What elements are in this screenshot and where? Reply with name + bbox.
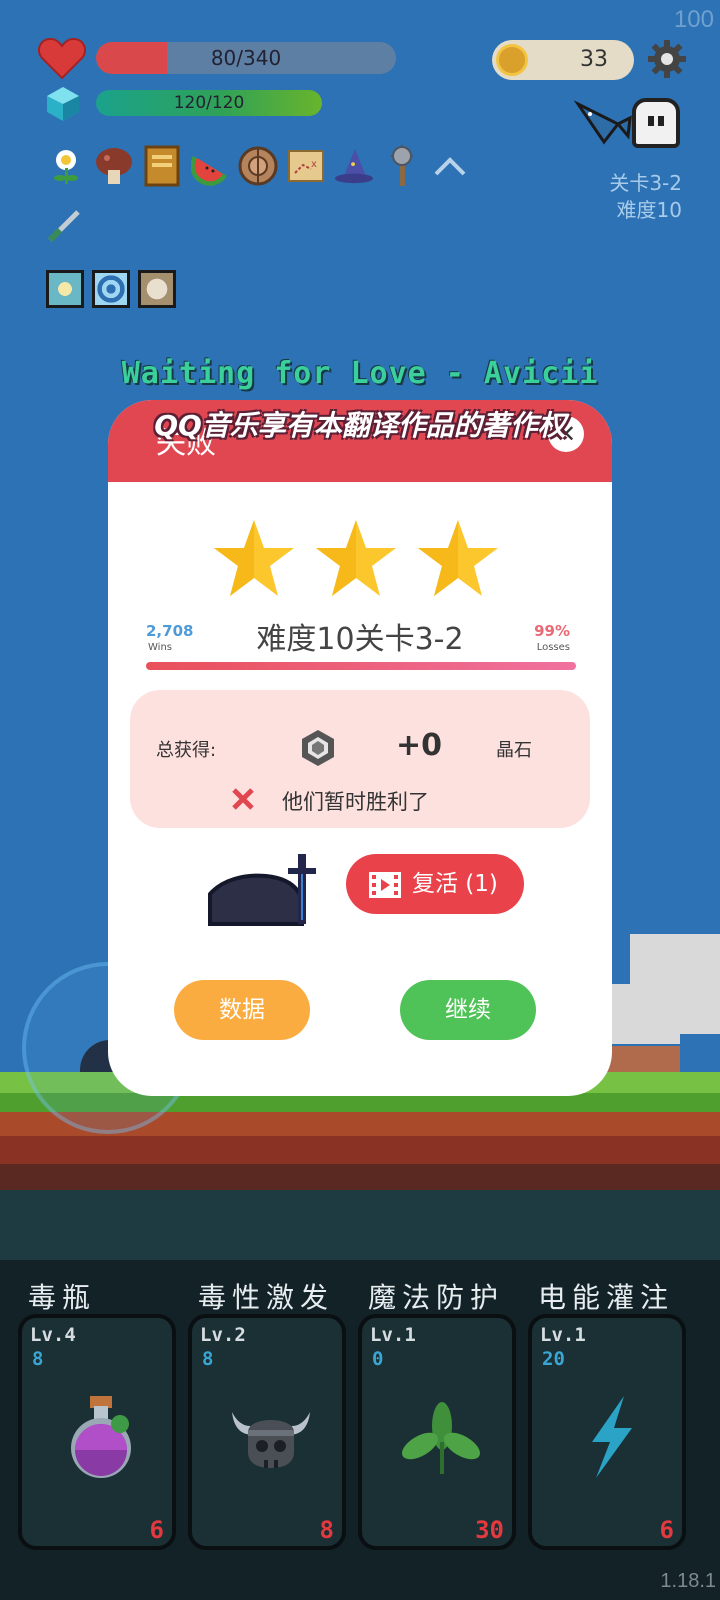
result-message: 他们暂时胜利了 [282,790,429,814]
difficulty-label: 难度10 [616,198,682,222]
mushroom-icon[interactable] [94,146,134,186]
stats-button[interactable]: 数据 [174,980,310,1040]
skill-count: 8 [319,1516,334,1544]
crystal-icon [47,87,79,121]
skill-card-poison-bottle[interactable]: Lv.4 8 6 [18,1314,176,1550]
skill-card-toxic-burst[interactable]: Lv.2 8 8 [188,1314,346,1550]
lyric-line: Waiting for Love - Avicii [121,356,599,391]
crystal-outline-icon [302,730,334,766]
watermelon-icon[interactable] [190,146,230,186]
star-rating [212,518,500,598]
coin-amount: 33 [580,47,608,72]
skill-name: 电能灌注 [538,1281,675,1314]
ghost-pet-icon[interactable] [632,98,680,148]
leaf-icon [401,1402,481,1474]
skill-cost: 8 [32,1348,44,1370]
lyric-copyright-line: QQ音乐享有本翻译作品的著作权 [154,409,566,442]
star-icon [418,520,498,596]
cross-icon [232,788,254,810]
video-clapper-icon [369,872,401,898]
skill-name: 魔法防护 [368,1281,505,1314]
skill-level: Lv.1 [370,1324,416,1346]
book-icon[interactable] [142,145,182,187]
coin-counter: 33 [492,40,634,80]
star-icon [316,520,396,596]
skill-cost: 20 [542,1348,565,1370]
revive-label: 复活 (1) [412,871,498,897]
skill-card-energy-infusion[interactable]: Lv.1 20 6 [528,1314,686,1550]
level-info: 关卡3-2 难度10 [609,170,682,224]
skill-card-magic-protection[interactable]: Lv.1 0 30 [358,1314,516,1550]
cloud-rune-icon[interactable] [138,270,176,308]
treasure-map-icon[interactable]: x [286,146,326,186]
skill-level: Lv.4 [30,1324,76,1346]
health-text: 80/340 [210,46,282,70]
flower-icon[interactable] [46,146,86,186]
skill-name: 毒性激发 [198,1281,335,1314]
potion-icon [71,1396,131,1478]
skill-count: 6 [149,1516,164,1544]
heart-icon [38,37,86,80]
mace-icon[interactable] [382,144,422,186]
stats-progress-bar [146,662,576,670]
skill-cost: 8 [202,1348,214,1370]
skill-cost: 0 [372,1348,384,1370]
fps-counter: 100 [673,6,714,33]
sun-rune-icon[interactable] [46,270,84,308]
underground-top [0,1190,720,1260]
cloud [610,984,680,1044]
svg-text:x: x [311,159,317,170]
skill-level: Lv.2 [200,1324,246,1346]
gravestone-sword-icon [208,854,316,926]
round-shield-icon[interactable] [238,146,278,186]
skill-count: 6 [659,1516,674,1544]
reward-panel: 总获得: +0 晶石 他们暂时胜利了 [130,690,590,828]
skill-name: 毒瓶 [28,1281,97,1314]
losses-value: 99% [534,622,570,640]
defeat-dialog: 失败 ✕ 2,708 Wins 难度10关卡3-2 99% Losses 总获得… [108,400,612,1096]
skill-count: 30 [475,1516,504,1544]
reward-label: 总获得: [156,740,217,761]
lightning-icon [592,1396,632,1478]
coin-icon [496,44,528,76]
losses-label: Losses [536,642,570,653]
health-bar: 80/340 [96,42,396,74]
reward-amount: +0 [396,728,443,763]
skill-level: Lv.1 [540,1324,586,1346]
wizard-hat-icon[interactable] [334,146,374,186]
reward-unit: 晶石 [496,740,532,761]
settings-gear-icon[interactable] [648,40,686,78]
version-label: 1.18.1 [660,1570,716,1592]
items-bar: x [46,144,422,187]
continue-button[interactable]: 继续 [400,980,536,1040]
scalpel-icon[interactable] [44,204,86,246]
buff-slots [46,270,176,308]
mana-bar: 120/120 [96,90,322,116]
revive-button[interactable]: 复活 (1) [346,854,524,914]
stage-label: 关卡3-2 [609,171,682,195]
mana-text: 120/120 [173,93,245,113]
chevron-up-icon[interactable] [430,152,470,182]
star-icon [214,520,294,596]
spiral-rune-icon[interactable] [92,270,130,308]
fish-pet-icon[interactable] [574,96,632,148]
viking-skull-icon [232,1412,310,1468]
